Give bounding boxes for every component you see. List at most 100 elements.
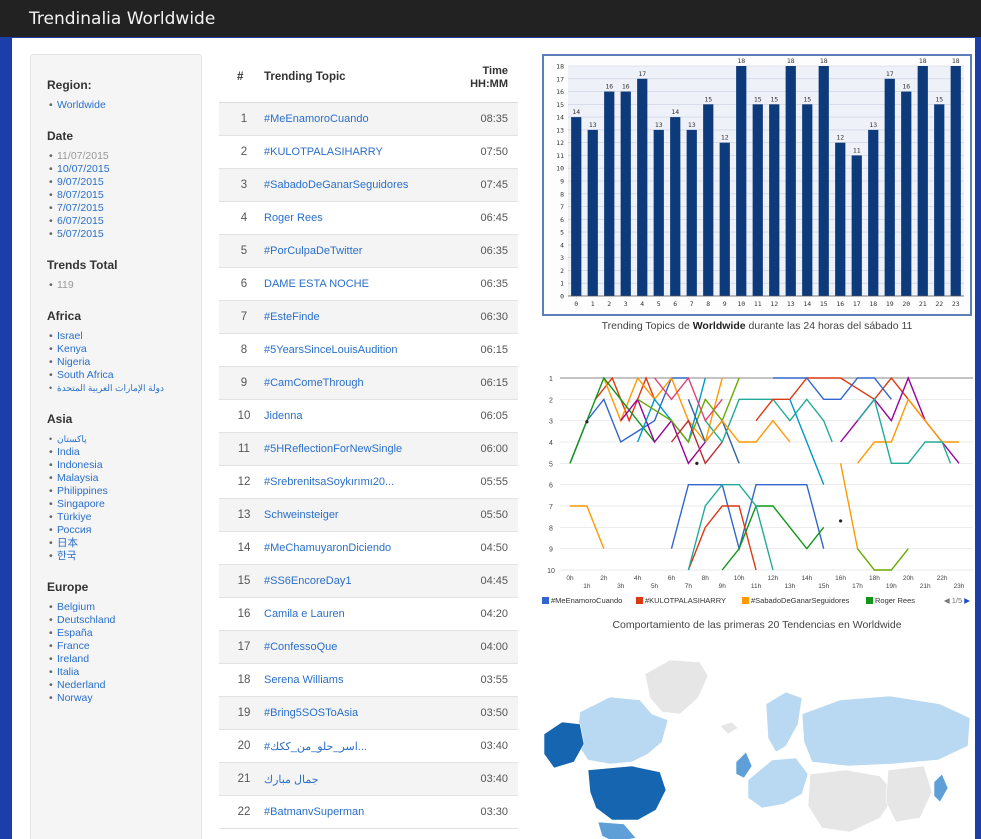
legend-item[interactable]: #KULOTPALASIHARRY [636, 596, 726, 605]
rank-series-line[interactable] [856, 548, 909, 571]
country-item-italia[interactable]: Italia [47, 666, 201, 679]
country-item-indonesia[interactable]: Indonesia [47, 459, 201, 472]
bar[interactable] [670, 117, 681, 296]
bar[interactable] [769, 104, 780, 296]
row-topic-link[interactable]: #Bring5SOSToAsia [264, 707, 358, 719]
map-region-alaska[interactable] [543, 721, 585, 769]
row-topic-link[interactable]: #PorCulpaDeTwitter [264, 245, 362, 257]
country-item-korea[interactable]: 한국 [47, 550, 201, 563]
country-item-russia[interactable]: Россия [47, 524, 201, 537]
row-topic-link[interactable]: Serena Williams [264, 674, 343, 686]
bar[interactable] [802, 104, 813, 296]
map-region-uk[interactable] [735, 751, 753, 779]
country-item-turkiye[interactable]: Türkiye [47, 511, 201, 524]
map-region-russia[interactable] [801, 695, 971, 767]
rank-series-line[interactable] [721, 505, 825, 571]
bar[interactable] [835, 142, 846, 296]
row-topic-link[interactable]: Roger Rees [264, 212, 323, 224]
date-item[interactable]: 9/07/2015 [47, 176, 201, 189]
rank-series-line[interactable] [856, 397, 959, 464]
bar[interactable] [686, 129, 697, 296]
country-item-pakistan[interactable]: پاکستان [47, 433, 201, 446]
row-topic-link[interactable]: DAME ESTA NOCHE [264, 278, 369, 290]
row-topic-link[interactable]: Jidenna [264, 410, 303, 422]
rank-series-line[interactable] [772, 377, 892, 401]
map-region-canada[interactable] [575, 696, 669, 765]
row-topic-link[interactable]: #CamComeThrough [264, 377, 364, 389]
country-item-south-africa[interactable]: South Africa [47, 369, 201, 382]
map-region-greenland[interactable] [644, 659, 709, 715]
legend-pager[interactable]: ◀ 1/5 ▶ [944, 596, 970, 605]
rank-series-line[interactable] [637, 377, 740, 444]
country-item-espana[interactable]: España [47, 627, 201, 640]
row-topic-link[interactable]: #BatmanvSuperman [264, 806, 364, 818]
country-item-nederland[interactable]: Nederland [47, 679, 201, 692]
bar[interactable] [901, 91, 912, 296]
bar[interactable] [653, 129, 664, 296]
row-topic-link[interactable]: Schweinsteiger [264, 509, 339, 521]
country-item-singapore[interactable]: Singapore [47, 498, 201, 511]
country-item-deutschland[interactable]: Deutschland [47, 614, 201, 627]
bar[interactable] [587, 129, 598, 296]
country-item-japan[interactable]: 日本 [47, 537, 201, 550]
map-region-east-asia[interactable] [885, 765, 933, 823]
row-topic-link[interactable]: جمال مبارك [264, 773, 319, 786]
bar[interactable] [884, 78, 895, 297]
country-item-ireland[interactable]: Ireland [47, 653, 201, 666]
date-item[interactable]: 6/07/2015 [47, 215, 201, 228]
country-item-malaysia[interactable]: Malaysia [47, 472, 201, 485]
row-topic-link[interactable]: #KULOTPALASIHARRY [264, 146, 383, 158]
row-topic-link[interactable]: #SabadoDeGanarSeguidores [264, 179, 408, 191]
map-region-asia-south[interactable] [807, 769, 897, 833]
rank-series-line[interactable] [704, 419, 791, 443]
row-topic-link[interactable]: Camila e Lauren [264, 608, 345, 620]
map-region-usa[interactable] [587, 765, 667, 821]
bar[interactable] [620, 91, 631, 296]
bar[interactable] [818, 66, 829, 296]
row-topic-link[interactable]: #MeChamuyaronDiciendo [264, 542, 391, 554]
bar[interactable] [637, 78, 648, 297]
bar[interactable] [736, 66, 747, 296]
country-item-norway[interactable]: Norway [47, 692, 201, 705]
bar[interactable] [719, 142, 730, 296]
country-item-kenya[interactable]: Kenya [47, 343, 201, 356]
country-item-philippines[interactable]: Philippines [47, 485, 201, 498]
bar[interactable] [868, 129, 879, 296]
date-item[interactable]: 7/07/2015 [47, 202, 201, 215]
row-topic-link[interactable]: #ConfessoQue [264, 641, 337, 653]
date-item[interactable]: 10/07/2015 [47, 163, 201, 176]
date-item[interactable]: 8/07/2015 [47, 189, 201, 202]
map-region-iceland[interactable] [719, 721, 739, 735]
row-topic-link[interactable]: #SS6EncoreDay1 [264, 575, 351, 587]
bar[interactable] [785, 66, 796, 296]
legend-next-icon[interactable]: ▶ [962, 596, 970, 605]
row-topic-link[interactable]: #SrebrenitsaSoykırımı20... [264, 476, 394, 488]
country-item-india[interactable]: India [47, 446, 201, 459]
map-region-mexico[interactable] [597, 821, 637, 839]
country-item-israel[interactable]: Israel [47, 330, 201, 343]
country-item-uae[interactable]: دولة الإمارات العربية المتحدة [47, 382, 201, 395]
map-region-europe[interactable] [747, 757, 809, 809]
bar[interactable] [950, 66, 961, 296]
row-topic-link[interactable]: #EsteFinde [264, 311, 320, 323]
row-topic-link[interactable]: #5YearsSinceLouisAudition [264, 344, 398, 356]
date-item[interactable]: 5/07/2015 [47, 228, 201, 241]
map-region-scandinavia[interactable] [765, 691, 803, 753]
bar[interactable] [571, 117, 582, 296]
legend-item[interactable]: #MeEnamoroCuando [542, 596, 622, 605]
country-item-france[interactable]: France [47, 640, 201, 653]
row-topic-link[interactable]: #MeEnamoroCuando [264, 113, 369, 125]
bar[interactable] [934, 104, 945, 296]
bar[interactable] [703, 104, 714, 296]
bar[interactable] [851, 155, 862, 296]
site-title[interactable]: Trendinalia Worldwide [29, 9, 215, 29]
legend-item[interactable]: Roger Rees [866, 596, 915, 605]
bar[interactable] [604, 91, 615, 296]
bar[interactable] [752, 104, 763, 296]
map-region-japan[interactable] [933, 773, 949, 803]
country-item-belgium[interactable]: Belgium [47, 601, 201, 614]
row-topic-link[interactable]: #5HReflectionForNewSingle [264, 443, 402, 455]
row-topic-link[interactable]: #اسر_حلو_من_ككك... [264, 740, 367, 753]
region-item-worldwide[interactable]: Worldwide [47, 99, 201, 112]
bar[interactable] [917, 66, 928, 296]
